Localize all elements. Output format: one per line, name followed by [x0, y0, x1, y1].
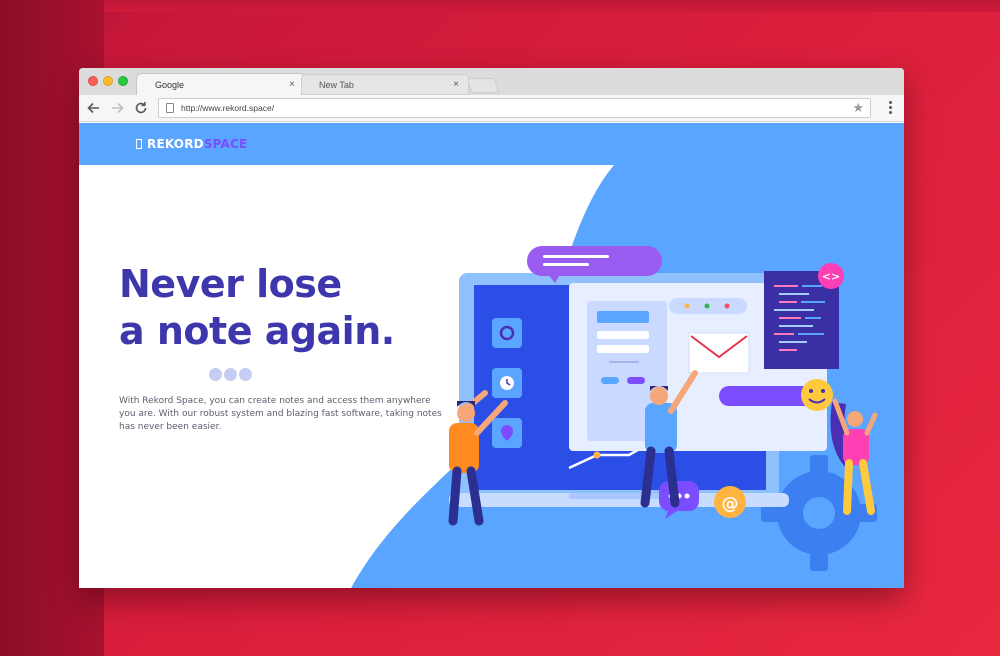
url-text[interactable]: http://www.rekord.space/	[181, 103, 274, 113]
headline-line-1: Never lose	[119, 262, 342, 306]
hero-headline: Never lose a note again.	[119, 261, 395, 355]
logo-text-accent: SPACE	[203, 137, 248, 151]
tab-google[interactable]: Google ×	[137, 74, 305, 95]
close-icon[interactable]: ×	[453, 79, 459, 90]
location-pin-icon	[492, 418, 522, 448]
web-page: REKORDSPACE Never lose a note again. Wit…	[79, 123, 904, 588]
browser-toolbar: http://www.rekord.space/ ★	[79, 95, 904, 122]
star-icon[interactable]: ★	[852, 100, 864, 116]
tab-new-tab[interactable]: New Tab ×	[301, 74, 469, 95]
arrow-right-icon[interactable]	[108, 99, 126, 117]
close-icon[interactable]: ×	[289, 79, 295, 90]
window-minimize-button[interactable]	[103, 76, 113, 86]
address-bar[interactable]: http://www.rekord.space/ ★	[158, 98, 871, 118]
window-close-button[interactable]	[88, 76, 98, 86]
hero-illustration: <> @	[448, 246, 878, 571]
new-tab-button[interactable]	[466, 78, 500, 93]
title-bar: Google × New Tab ×	[79, 68, 904, 95]
reload-icon[interactable]	[132, 99, 150, 117]
arrow-left-icon[interactable]	[85, 99, 103, 117]
smiley-icon	[801, 379, 833, 411]
tab-label: New Tab	[319, 80, 354, 90]
background-shade-top	[104, 0, 1000, 12]
decorative-dots	[209, 368, 254, 386]
clock-icon	[492, 368, 522, 398]
tab-label: Google	[155, 80, 185, 90]
logo-mark-icon	[136, 139, 142, 149]
window-maximize-button[interactable]	[118, 76, 128, 86]
kebab-menu-icon[interactable]	[889, 101, 892, 115]
page-icon	[166, 103, 174, 113]
svg-text:@: @	[722, 494, 739, 514]
svg-text:<>: <>	[822, 270, 840, 283]
browser-window: Google × New Tab × http://www.rekord.spa…	[79, 68, 904, 588]
camera-icon	[492, 318, 522, 348]
at-sign-icon: @	[714, 486, 746, 518]
logo-text: REKORD	[147, 137, 204, 151]
headline-line-2: a note again.	[119, 309, 395, 353]
hero-description: With Rekord Space, you can create notes …	[119, 396, 442, 432]
code-icon: <>	[818, 263, 844, 289]
site-logo[interactable]: REKORDSPACE	[136, 137, 247, 151]
